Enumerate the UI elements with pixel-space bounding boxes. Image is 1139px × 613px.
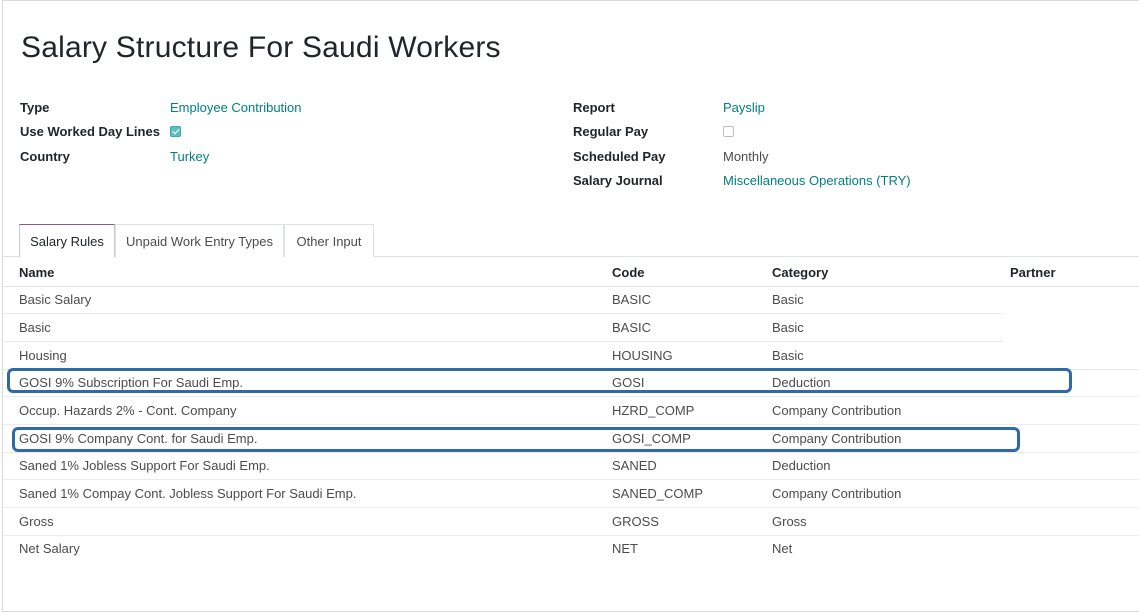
cell-code: SANED	[612, 458, 657, 473]
cell-name: Saned 1% Jobless Support For Saudi Emp.	[19, 458, 270, 473]
tab-other-input[interactable]: Other Input	[284, 224, 374, 257]
scheduled-pay-label: Scheduled Pay	[573, 149, 666, 164]
table-row[interactable]: Net Salary NET Net	[3, 535, 1139, 563]
cell-name: Gross	[19, 514, 54, 529]
cell-category: Company Contribution	[772, 403, 902, 418]
cell-name: GOSI 9% Subscription For Saudi Emp.	[19, 375, 243, 390]
tab-salary-rules[interactable]: Salary Rules	[19, 224, 115, 257]
cell-code: SANED_COMP	[612, 486, 704, 501]
column-header-name[interactable]: Name	[19, 265, 54, 280]
salary-journal-value-link[interactable]: Miscellaneous Operations (TRY)	[723, 173, 911, 189]
use-worked-day-lines-label: Use Worked Day Lines	[20, 124, 160, 139]
column-header-category[interactable]: Category	[772, 265, 828, 280]
cell-code: BASIC	[612, 320, 652, 335]
cell-code: HOUSING	[612, 348, 673, 363]
cell-code: GOSI_COMP	[612, 431, 691, 446]
table-header: Name Code Category Partner	[3, 257, 1139, 287]
cell-category: Basic	[772, 320, 804, 335]
cell-name: GOSI 9% Company Cont. for Saudi Emp.	[19, 431, 258, 446]
cell-name: Basic Salary	[19, 292, 92, 307]
country-value-link[interactable]: Turkey	[170, 149, 209, 165]
report-value-link[interactable]: Payslip	[723, 100, 765, 116]
cell-category: Deduction	[772, 458, 831, 473]
table-row[interactable]: Gross GROSS Gross	[3, 508, 1139, 536]
table-row[interactable]: Saned 1% Jobless Support For Saudi Emp. …	[3, 452, 1139, 480]
salary-journal-label: Salary Journal	[573, 173, 663, 188]
country-label: Country	[20, 149, 70, 164]
cell-code: BASIC	[612, 292, 652, 307]
type-label: Type	[20, 100, 50, 115]
cell-category: Basic	[772, 292, 804, 307]
cell-code: GOSI	[612, 375, 645, 390]
cell-name: Basic	[19, 320, 51, 335]
cell-code: HZRD_COMP	[612, 403, 695, 418]
table-row[interactable]: Basic BASIC Basic	[3, 314, 1139, 342]
cell-name: Net Salary	[19, 541, 80, 556]
column-header-partner[interactable]: Partner	[1010, 265, 1056, 280]
regular-pay-label: Regular Pay	[573, 124, 649, 139]
type-value-link[interactable]: Employee Contribution	[170, 100, 302, 116]
regular-pay-checkbox[interactable]	[723, 126, 734, 137]
use-worked-day-lines-checkbox[interactable]	[170, 126, 181, 137]
table-row[interactable]: GOSI 9% Company Cont. for Saudi Emp. GOS…	[3, 425, 1139, 453]
cell-category: Company Contribution	[772, 431, 902, 446]
cell-code: GROSS	[612, 514, 659, 529]
scheduled-pay-value: Monthly	[723, 149, 769, 164]
table-row[interactable]: Basic Salary BASIC Basic	[3, 286, 1139, 314]
cell-name: Housing	[19, 348, 67, 363]
cell-category: Gross	[772, 514, 807, 529]
table-row[interactable]: Housing HOUSING Basic	[3, 342, 1139, 370]
cell-category: Net	[772, 541, 793, 556]
cell-category: Basic	[772, 348, 804, 363]
report-label: Report	[573, 100, 615, 115]
cell-name: Saned 1% Compay Cont. Jobless Support Fo…	[19, 486, 357, 501]
column-header-code[interactable]: Code	[612, 265, 645, 280]
cell-code: NET	[612, 541, 638, 556]
cell-name: Occup. Hazards 2% - Cont. Company	[19, 403, 237, 418]
table-row[interactable]: GOSI 9% Subscription For Saudi Emp. GOSI…	[3, 369, 1139, 397]
table-row[interactable]: Saned 1% Compay Cont. Jobless Support Fo…	[3, 480, 1139, 508]
table-row[interactable]: Occup. Hazards 2% - Cont. Company HZRD_C…	[3, 397, 1139, 425]
page-title: Salary Structure For Saudi Workers	[21, 31, 501, 64]
cell-category: Deduction	[772, 375, 831, 390]
cell-category: Company Contribution	[772, 486, 902, 501]
tab-unpaid-work-entry-types[interactable]: Unpaid Work Entry Types	[115, 224, 284, 257]
